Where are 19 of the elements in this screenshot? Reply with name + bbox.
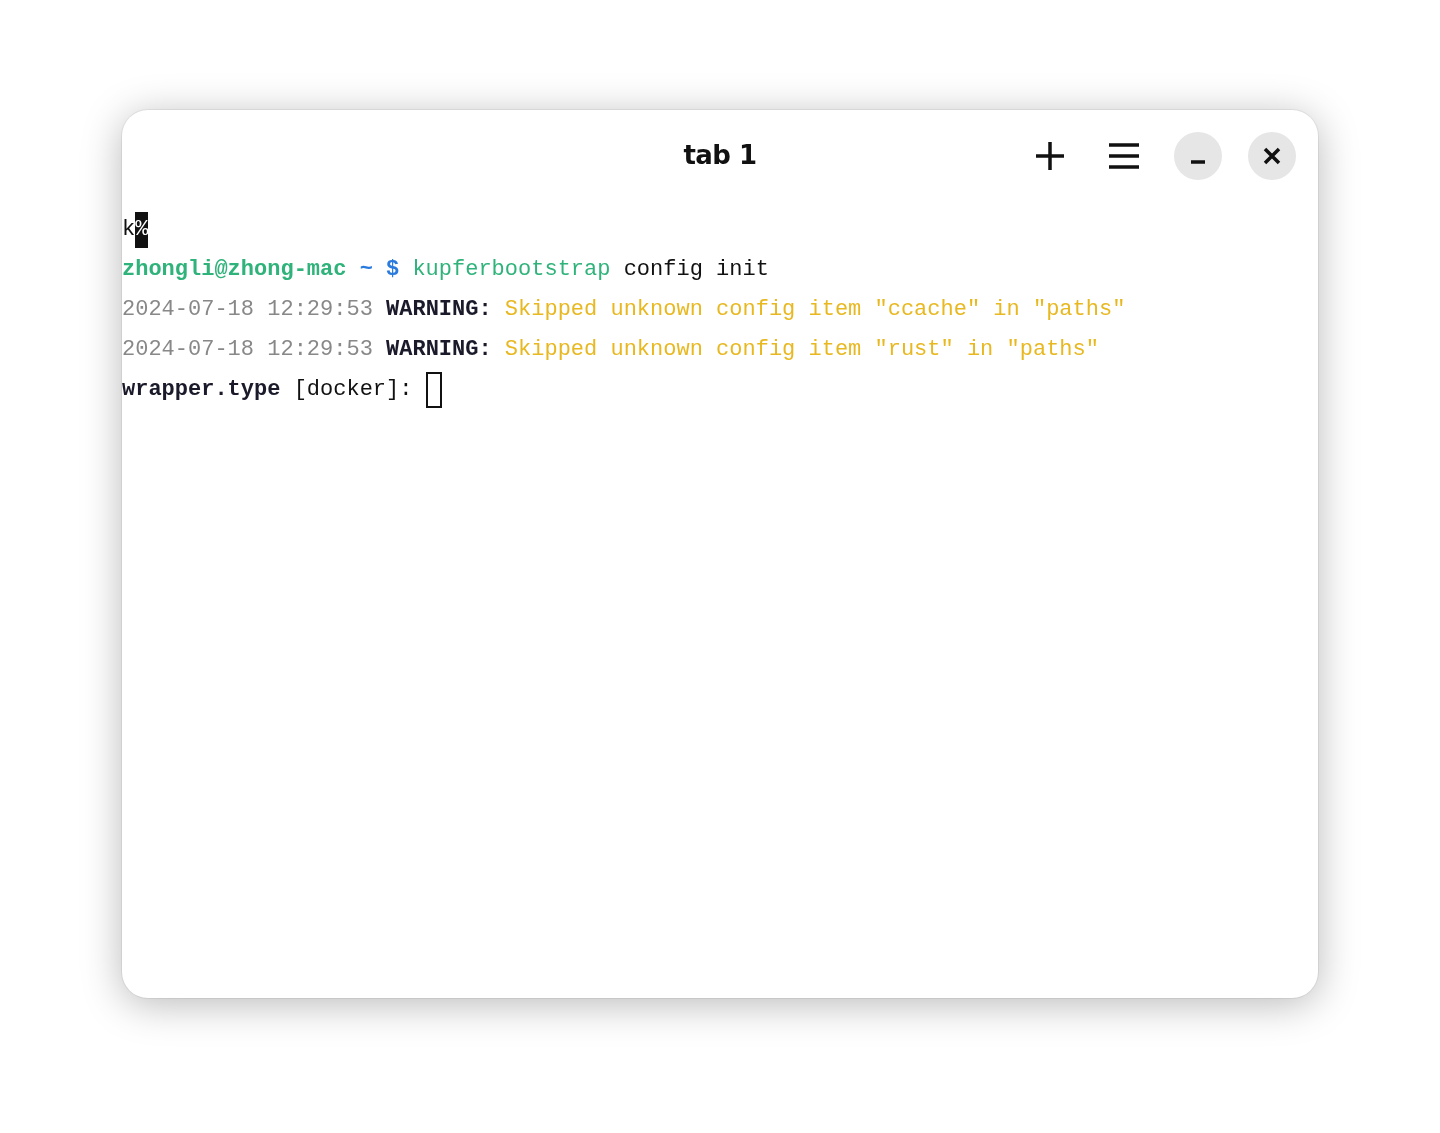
minimize-icon <box>1191 160 1205 164</box>
minimize-button[interactable] <box>1174 132 1222 180</box>
prompt-symbol: $ <box>386 256 400 284</box>
terminal-text: [docker]: <box>293 376 413 404</box>
prompt-path: ~ <box>359 256 373 284</box>
timestamp: 2024-07-18 12:29:53 <box>122 296 373 324</box>
close-icon <box>1263 147 1281 165</box>
log-label: WARNING: <box>386 296 492 324</box>
terminal-text: config init <box>623 256 769 284</box>
highlighted-text: % <box>135 212 149 248</box>
log-label: wrapper.type <box>122 376 281 404</box>
timestamp: 2024-07-18 12:29:53 <box>122 336 373 364</box>
window-title: tab 1 <box>683 140 757 170</box>
warning-message: Skipped unknown config item "ccache" in "paths" <box>504 296 1126 324</box>
prompt-user: zhongli@zhong-mac <box>122 256 347 284</box>
log-label: WARNING: <box>386 336 492 364</box>
warning-message: Skipped unknown config item "rust" in "paths" <box>504 336 1099 364</box>
close-button[interactable] <box>1248 132 1296 180</box>
command-text: kupferbootstrap <box>412 256 611 284</box>
